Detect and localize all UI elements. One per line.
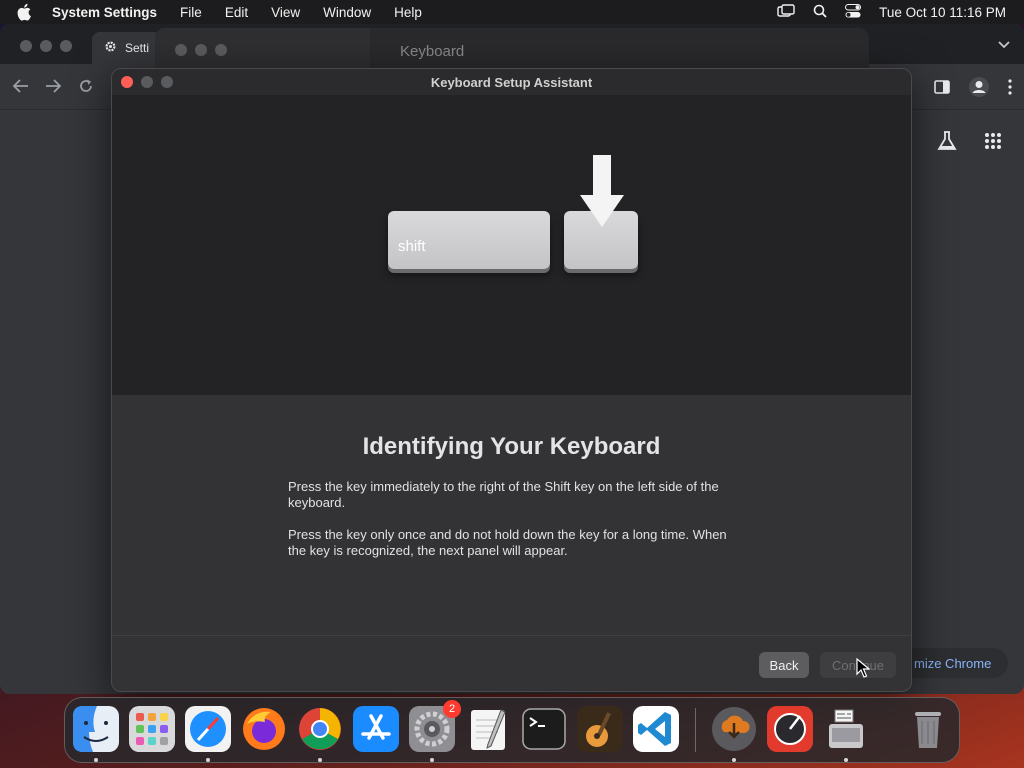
dock-firefox[interactable]	[241, 706, 287, 752]
dock-downloads[interactable]	[711, 706, 757, 752]
keyboard-illustration: shift	[112, 95, 911, 395]
tab-search-chevron-icon[interactable]	[998, 36, 1010, 52]
menu-app-name[interactable]: System Settings	[52, 5, 157, 20]
customize-chrome-label: mize Chrome	[914, 655, 992, 671]
menu-edit[interactable]: Edit	[225, 5, 248, 20]
dock-garageband[interactable]	[577, 706, 623, 752]
running-indicator	[844, 758, 848, 762]
dock-safari[interactable]	[185, 706, 231, 752]
settings-pane-title: Keyboard	[400, 43, 465, 60]
running-indicator	[430, 758, 434, 762]
dock-instruments[interactable]	[767, 706, 813, 752]
down-arrow-icon	[580, 155, 624, 227]
google-apps-grid-icon[interactable]	[984, 132, 1002, 155]
firefox-icon	[243, 708, 285, 750]
zoom-button[interactable]	[161, 76, 173, 88]
notification-badge: 2	[443, 700, 461, 718]
instruction-paragraph-1: Press the key immediately to the right o…	[288, 479, 719, 510]
menu-view[interactable]: View	[271, 5, 300, 20]
running-indicator	[206, 758, 210, 762]
app-store-icon	[353, 706, 399, 752]
more-menu-icon[interactable]	[1008, 79, 1012, 100]
dock: 2	[64, 697, 960, 763]
mouse-pointer-icon	[856, 658, 870, 678]
instruction-paragraph-2: Press the key only once and do not hold …	[288, 527, 727, 558]
dock-terminal[interactable]	[521, 706, 567, 752]
running-indicator	[94, 758, 98, 762]
gear-icon	[104, 40, 117, 56]
shift-key-label: shift	[398, 238, 426, 255]
side-panel-icon[interactable]	[934, 80, 950, 99]
settings-window-controls	[175, 44, 227, 56]
profile-avatar-icon[interactable]	[968, 76, 990, 103]
dock-trash[interactable]	[905, 706, 951, 752]
menu-window[interactable]: Window	[323, 5, 371, 20]
chrome-tab-settings[interactable]: Setti	[92, 32, 162, 64]
trash-icon	[915, 712, 941, 748]
menu-clock[interactable]: Tue Oct 10 11:16 PM	[879, 5, 1006, 20]
dialog-body: Identifying Your Keyboard Press the key …	[112, 395, 911, 635]
chrome-icon	[299, 708, 341, 750]
chrome-window-controls	[20, 40, 72, 52]
dock-launchpad[interactable]	[129, 706, 175, 752]
zoom-button[interactable]	[215, 44, 227, 56]
tab-label: Setti	[125, 41, 150, 55]
reload-icon[interactable]	[78, 78, 94, 99]
dialog-window-controls	[121, 76, 173, 88]
close-button[interactable]	[121, 76, 133, 88]
screen-mirroring-icon[interactable]	[777, 3, 795, 21]
back-arrow-icon[interactable]	[12, 78, 30, 99]
menu-bar: System Settings File Edit View Window He…	[0, 0, 1024, 24]
dock-vscode[interactable]	[633, 706, 679, 752]
control-center-icon[interactable]	[845, 3, 862, 21]
close-button[interactable]	[20, 40, 32, 52]
zoom-button[interactable]	[60, 40, 72, 52]
vscode-icon	[633, 706, 679, 752]
dock-chrome[interactable]	[297, 706, 343, 752]
dialog-titlebar: Keyboard Setup Assistant	[112, 69, 911, 95]
dock-app-store[interactable]	[353, 706, 399, 752]
dialog-heading: Identifying Your Keyboard	[362, 433, 661, 460]
dialog-title: Keyboard Setup Assistant	[430, 74, 593, 90]
launchpad-icon	[129, 706, 175, 752]
menu-file[interactable]: File	[180, 5, 202, 20]
close-button[interactable]	[175, 44, 187, 56]
chrome-labs-flask-icon[interactable]	[936, 130, 958, 157]
garageband-icon	[577, 706, 623, 752]
forward-arrow-icon[interactable]	[44, 78, 62, 99]
instruments-icon	[767, 706, 813, 752]
customize-chrome-button[interactable]: mize Chrome	[900, 648, 1008, 678]
minimize-button[interactable]	[141, 76, 153, 88]
textedit-icon	[471, 709, 506, 750]
dialog-footer: Back Continue	[112, 635, 911, 691]
back-button[interactable]: Back	[759, 652, 809, 678]
running-indicator	[732, 758, 736, 762]
apple-menu-icon[interactable]	[17, 3, 37, 21]
keyboard-setup-assistant-dialog: Keyboard Setup Assistant shift Identifyi…	[111, 68, 912, 692]
terminal-icon	[522, 708, 566, 750]
running-indicator	[318, 758, 322, 762]
safari-icon	[185, 706, 231, 752]
menu-help[interactable]: Help	[394, 5, 422, 20]
finder-icon	[73, 706, 119, 752]
shift-key: shift	[388, 211, 550, 269]
dock-textedit[interactable]	[465, 706, 511, 752]
minimize-button[interactable]	[40, 40, 52, 52]
dock-boot-camp-assistant[interactable]	[823, 706, 869, 752]
disk-utility-icon	[829, 709, 863, 748]
spotlight-search-icon[interactable]	[813, 4, 827, 21]
dock-system-settings[interactable]: 2	[409, 700, 461, 752]
downloads-icon	[712, 707, 756, 751]
minimize-button[interactable]	[195, 44, 207, 56]
dock-finder[interactable]	[73, 706, 119, 752]
dock-separator	[695, 708, 696, 752]
